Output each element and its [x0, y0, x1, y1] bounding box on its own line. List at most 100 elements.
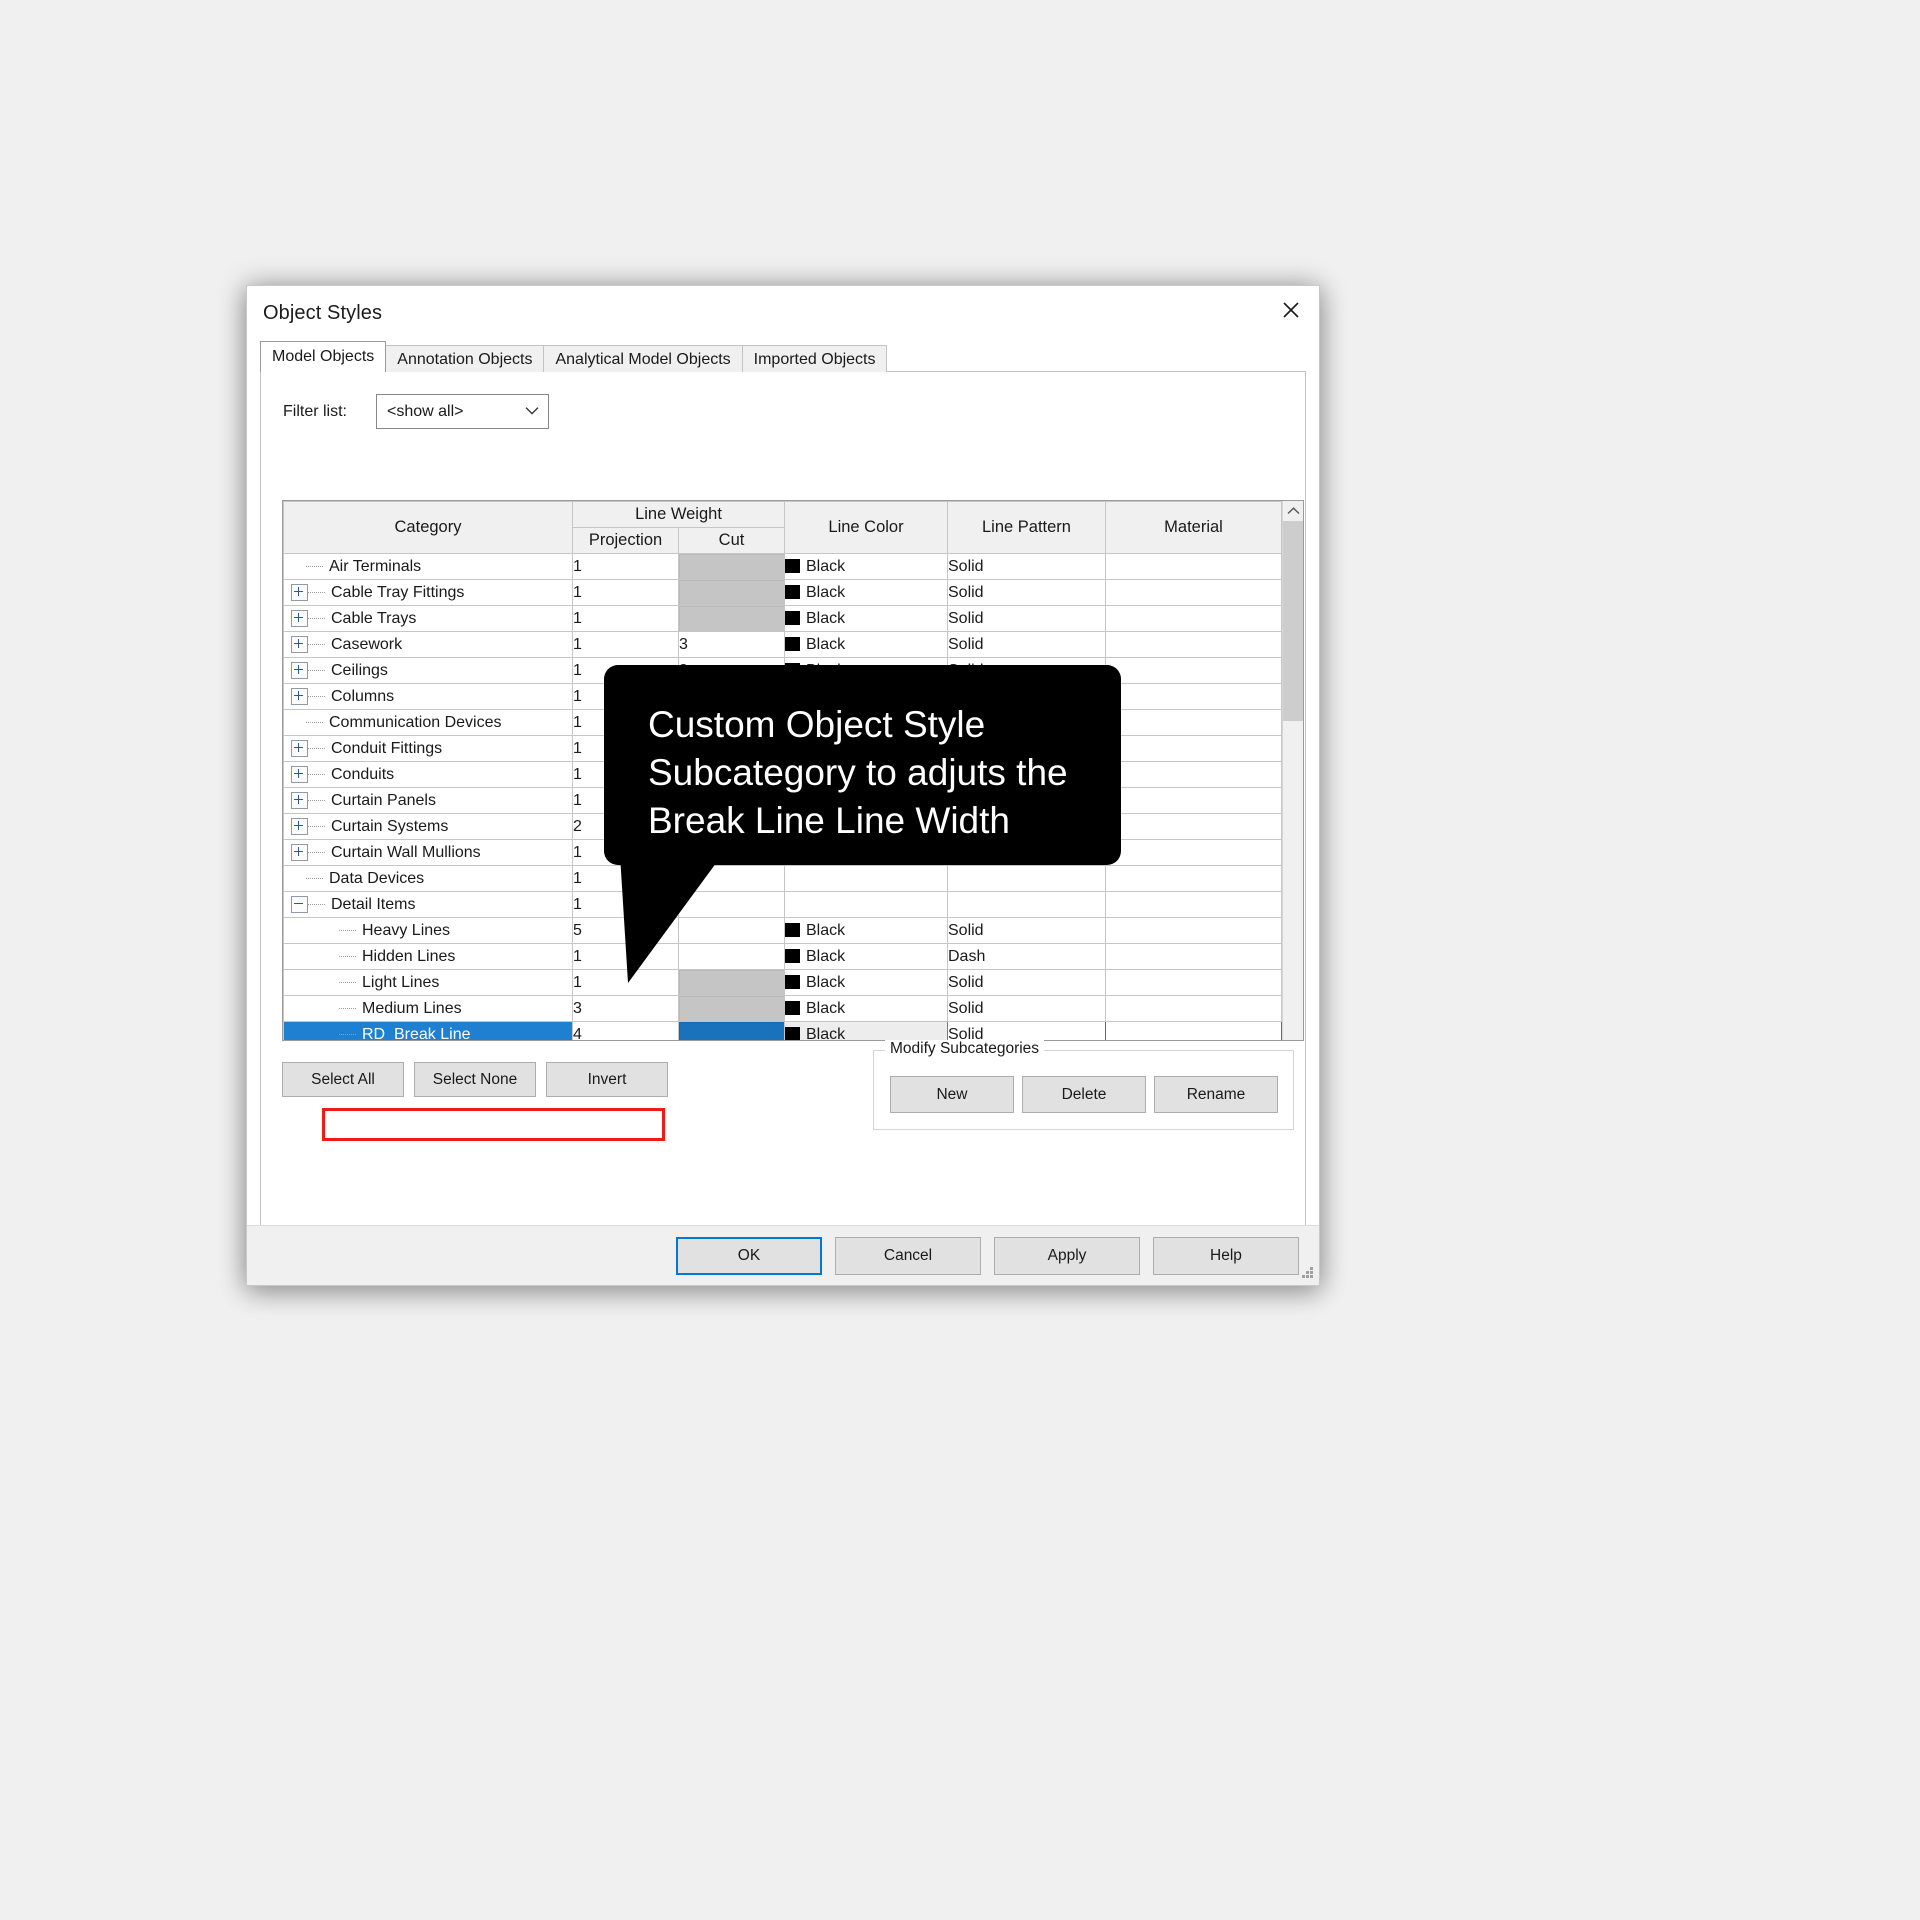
expand-icon[interactable]	[291, 688, 308, 705]
cell-material[interactable]	[1105, 657, 1282, 684]
tab-analytical-model-objects[interactable]: Analytical Model Objects	[543, 345, 743, 372]
new-button[interactable]: New	[890, 1076, 1014, 1113]
expand-icon[interactable]	[291, 766, 308, 783]
expand-icon[interactable]	[291, 740, 308, 757]
cell-material[interactable]	[1105, 891, 1282, 918]
expand-icon[interactable]	[291, 662, 308, 679]
cell-material[interactable]	[1105, 969, 1282, 996]
cell-category[interactable]: RD_Break Line	[283, 1021, 573, 1040]
cancel-button[interactable]: Cancel	[835, 1237, 981, 1275]
column-header-material[interactable]: Material	[1105, 501, 1282, 554]
cell-line-color[interactable]	[784, 865, 948, 892]
table-row[interactable]: Data Devices 1	[283, 865, 1282, 892]
cell-category[interactable]: Air Terminals	[283, 553, 573, 580]
table-row[interactable]: Medium Lines 3 Black Solid	[283, 995, 1282, 1022]
cell-category[interactable]: Cable Tray Fittings	[283, 579, 573, 606]
help-button[interactable]: Help	[1153, 1237, 1299, 1275]
cell-projection[interactable]: 1	[572, 553, 679, 580]
cell-category[interactable]: Hidden Lines	[283, 943, 573, 970]
cell-material[interactable]	[1105, 735, 1282, 762]
cell-projection[interactable]: 3	[572, 995, 679, 1022]
cell-line-color[interactable]: Black	[784, 605, 948, 632]
cell-material[interactable]	[1105, 1021, 1282, 1040]
grid-vertical-scrollbar[interactable]	[1282, 501, 1303, 1040]
cell-line-pattern[interactable]: Solid	[947, 553, 1106, 580]
filter-list-select[interactable]: <show all>	[376, 394, 549, 429]
cell-line-pattern[interactable]	[947, 865, 1106, 892]
cell-line-pattern[interactable]	[947, 891, 1106, 918]
apply-button[interactable]: Apply	[994, 1237, 1140, 1275]
cell-line-pattern[interactable]: Solid	[947, 969, 1106, 996]
collapse-icon[interactable]	[291, 896, 308, 913]
cell-cut[interactable]: 3	[678, 631, 785, 658]
column-header-cut[interactable]: Cut	[678, 527, 785, 554]
scroll-up-button[interactable]	[1283, 501, 1303, 521]
cell-line-pattern[interactable]: Solid	[947, 605, 1106, 632]
table-row[interactable]: Detail Items 1	[283, 891, 1282, 918]
cell-category[interactable]: Conduits	[283, 761, 573, 788]
cell-category[interactable]: Communication Devices	[283, 709, 573, 736]
cell-line-color[interactable]: Black	[784, 631, 948, 658]
expand-icon[interactable]	[291, 818, 308, 835]
delete-button[interactable]: Delete	[1022, 1076, 1146, 1113]
cell-material[interactable]	[1105, 995, 1282, 1022]
tab-model-objects[interactable]: Model Objects	[260, 341, 387, 372]
cell-material[interactable]	[1105, 579, 1282, 606]
cell-category[interactable]: Curtain Systems	[283, 813, 573, 840]
table-row[interactable]: Cable Tray Fittings 1 Black Solid	[283, 579, 1282, 606]
cell-line-pattern[interactable]: Solid	[947, 917, 1106, 944]
cell-material[interactable]	[1105, 553, 1282, 580]
cell-category[interactable]: Cable Trays	[283, 605, 573, 632]
select-none-button[interactable]: Select None	[414, 1062, 536, 1097]
rename-button[interactable]: Rename	[1154, 1076, 1278, 1113]
cell-category[interactable]: Medium Lines	[283, 995, 573, 1022]
cell-category[interactable]: Light Lines	[283, 969, 573, 996]
cell-material[interactable]	[1105, 943, 1282, 970]
cell-material[interactable]	[1105, 865, 1282, 892]
cell-projection[interactable]: 1	[572, 579, 679, 606]
cell-category[interactable]: Data Devices	[283, 865, 573, 892]
cell-category[interactable]: Columns	[283, 683, 573, 710]
column-header-line-pattern[interactable]: Line Pattern	[947, 501, 1106, 554]
cell-line-color[interactable]: Black	[784, 1021, 948, 1040]
cell-category[interactable]: Curtain Wall Mullions	[283, 839, 573, 866]
close-button[interactable]	[1263, 286, 1319, 334]
expand-icon[interactable]	[291, 792, 308, 809]
cell-line-color[interactable]: Black	[784, 553, 948, 580]
cell-line-color[interactable]: Black	[784, 995, 948, 1022]
select-all-button[interactable]: Select All	[282, 1062, 404, 1097]
table-row[interactable]: Heavy Lines 5 Black Solid	[283, 917, 1282, 944]
cell-line-pattern[interactable]: Solid	[947, 579, 1106, 606]
cell-line-color[interactable]	[784, 891, 948, 918]
cell-material[interactable]	[1105, 605, 1282, 632]
scroll-thumb[interactable]	[1283, 521, 1303, 721]
cell-projection[interactable]: 1	[572, 631, 679, 658]
cell-category[interactable]: Conduit Fittings	[283, 735, 573, 762]
column-header-line-color[interactable]: Line Color	[784, 501, 948, 554]
cell-line-pattern[interactable]: Dash	[947, 943, 1106, 970]
cell-line-color[interactable]: Black	[784, 943, 948, 970]
column-header-projection[interactable]: Projection	[572, 527, 679, 554]
cell-category[interactable]: Curtain Panels	[283, 787, 573, 814]
ok-button[interactable]: OK	[676, 1237, 822, 1275]
cell-line-pattern[interactable]: Solid	[947, 631, 1106, 658]
cell-material[interactable]	[1105, 709, 1282, 736]
tab-imported-objects[interactable]: Imported Objects	[741, 345, 888, 372]
column-header-category[interactable]: Category	[283, 501, 573, 554]
cell-line-color[interactable]: Black	[784, 917, 948, 944]
cell-category[interactable]: Detail Items	[283, 891, 573, 918]
cell-category[interactable]: Casework	[283, 631, 573, 658]
cell-line-pattern[interactable]: Solid	[947, 995, 1106, 1022]
cell-material[interactable]	[1105, 683, 1282, 710]
cell-projection[interactable]: 1	[572, 605, 679, 632]
cell-category[interactable]: Ceilings	[283, 657, 573, 684]
cell-material[interactable]	[1105, 631, 1282, 658]
resize-grip[interactable]	[1301, 1267, 1315, 1281]
cell-projection[interactable]: 4	[572, 1021, 679, 1040]
cell-material[interactable]	[1105, 917, 1282, 944]
table-row[interactable]: Air Terminals 1 Black Solid	[283, 553, 1282, 580]
table-row[interactable]: Light Lines 1 Black Solid	[283, 969, 1282, 996]
table-row[interactable]: Cable Trays 1 Black Solid	[283, 605, 1282, 632]
cell-material[interactable]	[1105, 813, 1282, 840]
cell-line-pattern[interactable]: Solid	[947, 1021, 1106, 1040]
